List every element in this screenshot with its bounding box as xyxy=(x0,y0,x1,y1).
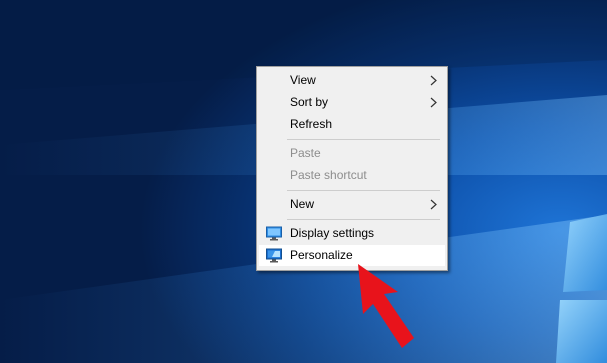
menu-separator xyxy=(287,219,440,220)
menu-separator xyxy=(287,190,440,191)
menu-item-refresh[interactable]: Refresh xyxy=(259,114,445,135)
personalize-icon xyxy=(266,248,282,263)
red-pointer-arrow xyxy=(358,264,414,348)
menu-item-label: Personalize xyxy=(290,248,353,262)
menu-item-paste[interactable]: Paste xyxy=(259,143,445,164)
menu-item-label: New xyxy=(290,197,315,211)
menu-item-label: Paste shortcut xyxy=(290,168,367,182)
menu-item-label: Sort by xyxy=(290,95,329,109)
chevron-right-icon xyxy=(430,199,437,210)
chevron-right-icon xyxy=(430,75,437,86)
menu-item-new[interactable]: New xyxy=(259,194,445,215)
menu-item-view[interactable]: View xyxy=(259,70,445,91)
menu-item-label: View xyxy=(290,73,316,87)
display-settings-icon xyxy=(266,226,282,241)
desktop-context-menu: View Sort by Refresh Paste Paste shortcu… xyxy=(256,66,448,271)
menu-item-paste-shortcut[interactable]: Paste shortcut xyxy=(259,165,445,186)
menu-item-display-settings[interactable]: Display settings xyxy=(259,223,445,244)
menu-item-label: Paste xyxy=(290,146,321,160)
menu-item-label: Display settings xyxy=(290,226,375,240)
desktop[interactable]: View Sort by Refresh Paste Paste shortcu… xyxy=(0,0,607,363)
menu-separator xyxy=(287,139,440,140)
chevron-right-icon xyxy=(430,97,437,108)
menu-item-sort-by[interactable]: Sort by xyxy=(259,92,445,113)
menu-item-label: Refresh xyxy=(290,117,333,131)
